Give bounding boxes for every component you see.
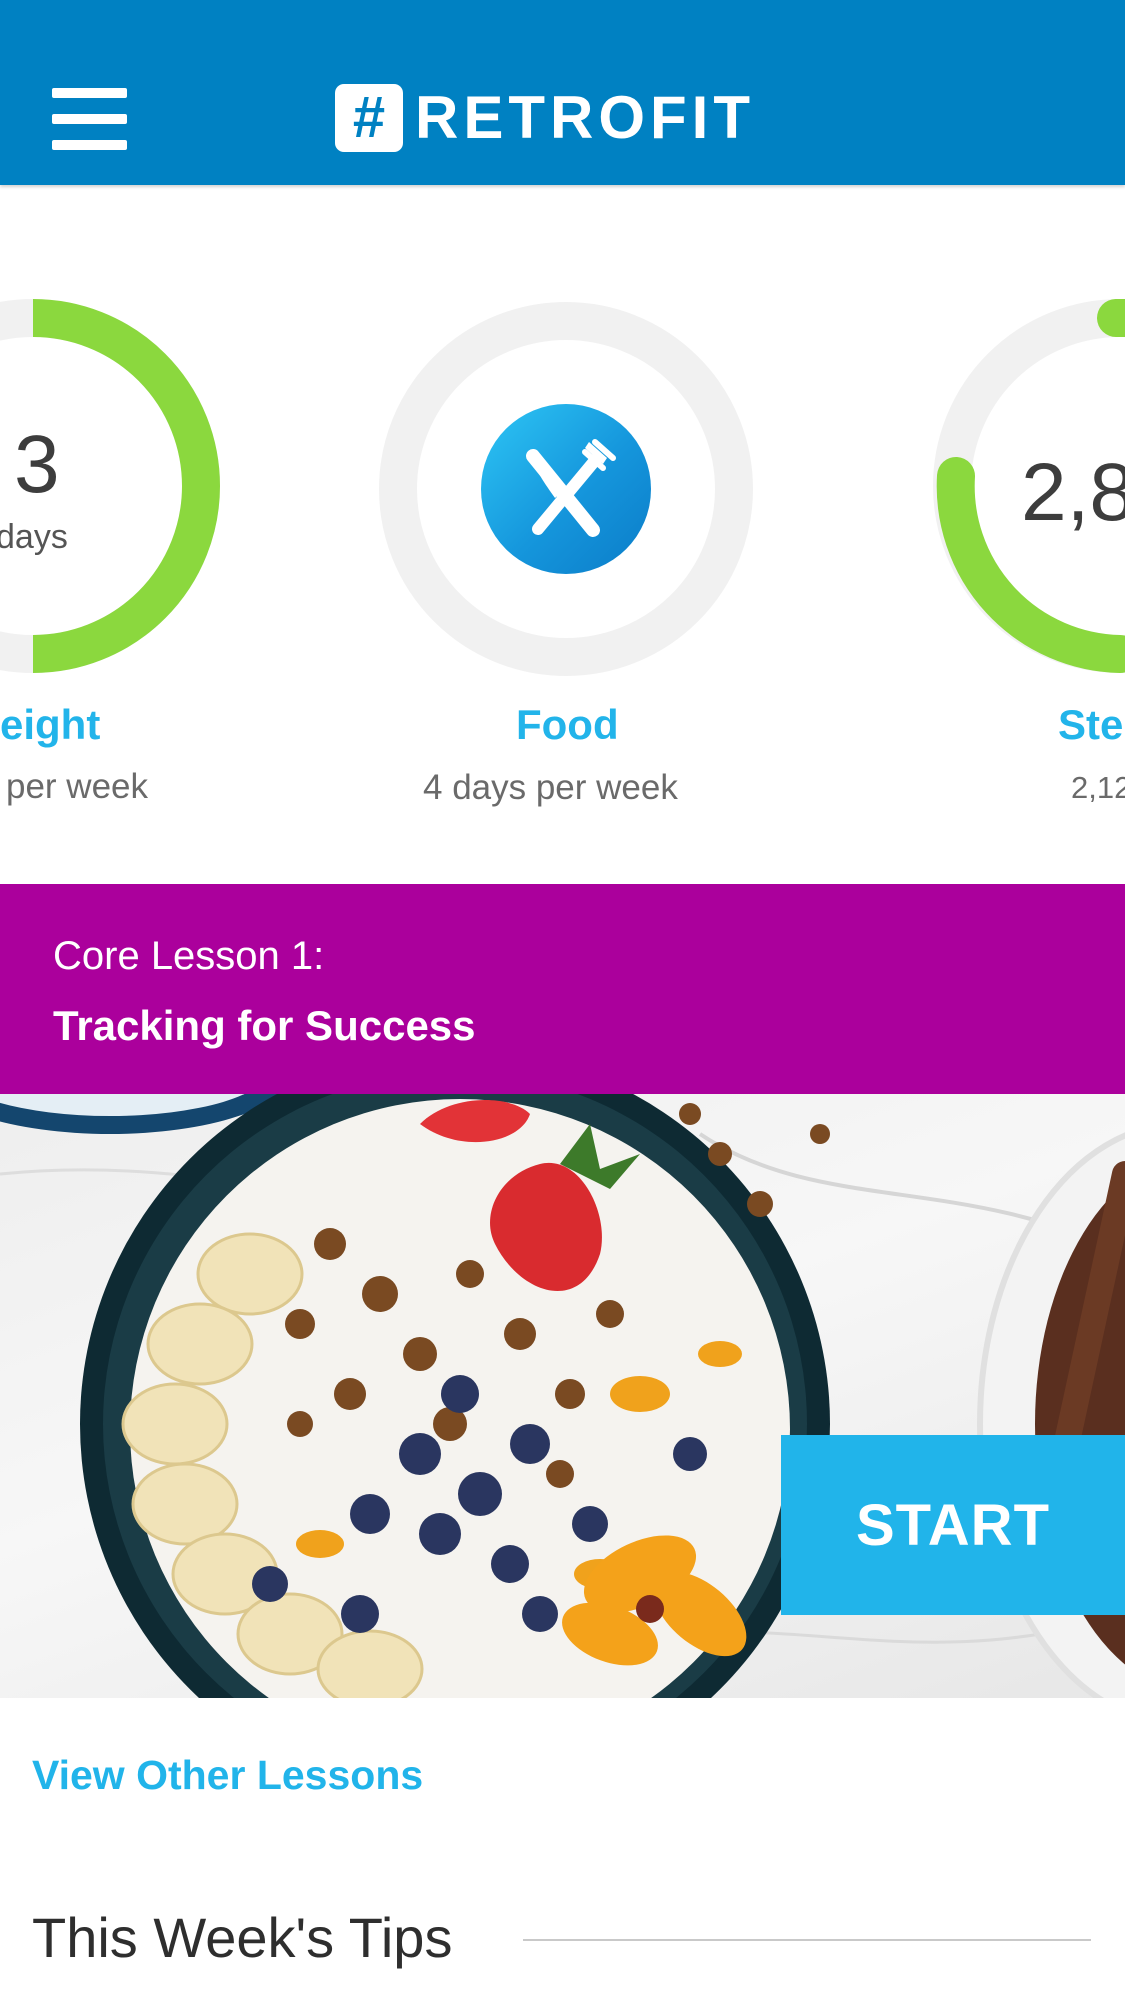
- food-title: Food: [516, 701, 619, 748]
- steps-value: 2,8: [1021, 447, 1125, 538]
- start-lesson-button[interactable]: START: [781, 1435, 1125, 1615]
- steps-title: Ste: [1058, 701, 1124, 748]
- lesson-banner[interactable]: Core Lesson 1: Tracking for Success: [0, 884, 1125, 1094]
- lesson-hero-image: START: [0, 1094, 1125, 1698]
- fork-knife-icon[interactable]: [481, 404, 651, 574]
- lesson-title: Tracking for Success: [53, 1002, 476, 1049]
- logo-hash-mark: #: [335, 84, 403, 152]
- logo-wordmark: RETROFIT: [415, 84, 755, 151]
- retrofit-logo: # RETROFIT: [335, 84, 755, 152]
- lesson-kicker: Core Lesson 1:: [53, 934, 325, 978]
- tips-heading: This Week's Tips: [32, 1906, 453, 1969]
- app-header: # RETROFIT: [0, 0, 1125, 185]
- weight-value: 3: [14, 419, 60, 510]
- weight-subtitle: per week: [6, 767, 149, 806]
- hamburger-menu-icon[interactable]: [52, 88, 127, 150]
- weight-title: eight: [0, 701, 101, 748]
- food-subtitle: 4 days per week: [423, 768, 678, 807]
- weight-unit: days: [0, 518, 68, 556]
- metrics-carousel[interactable]: 3 days eight per week Food 4 days per we…: [0, 186, 1125, 884]
- steps-subtitle: 2,12: [1071, 770, 1125, 805]
- tips-divider: [523, 1939, 1091, 1941]
- view-other-lessons-link[interactable]: View Other Lessons: [32, 1752, 423, 1799]
